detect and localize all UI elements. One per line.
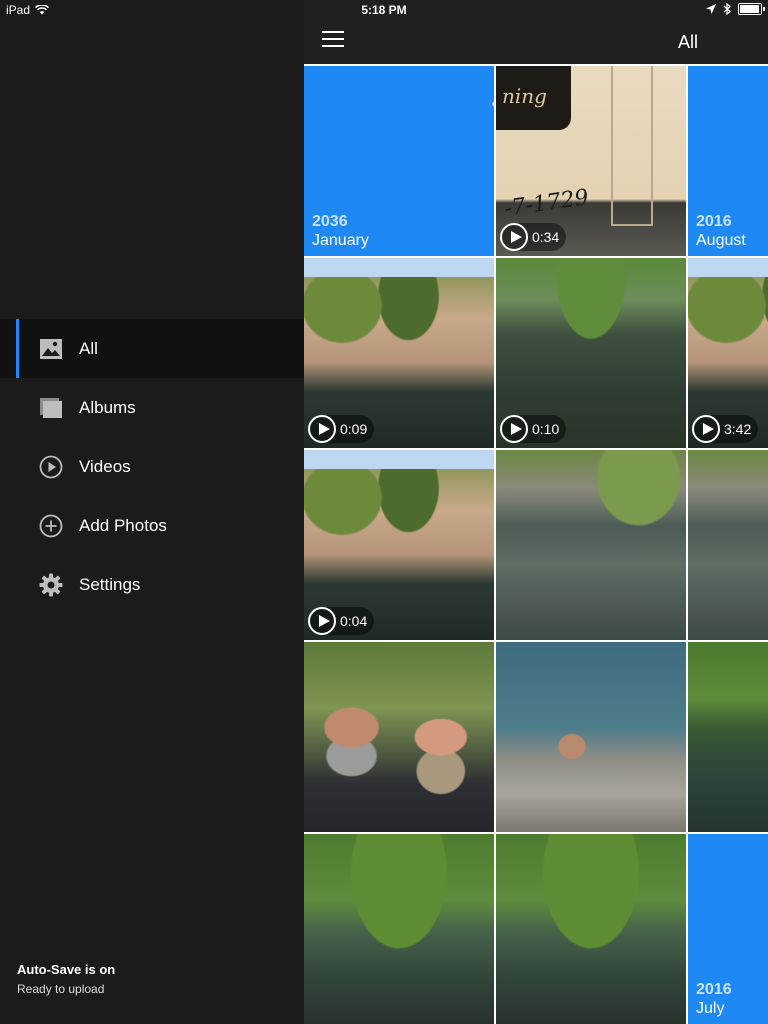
photo-thumbnail[interactable] — [688, 450, 768, 640]
video-duration: 0:09 — [340, 421, 368, 437]
photo-thumbnail[interactable] — [304, 642, 494, 832]
video-duration-badge: 0:09 — [308, 415, 375, 443]
date-month: July — [696, 999, 725, 1017]
video-duration-badge: 0:10 — [500, 415, 567, 443]
video-duration-badge: 3:42 — [692, 415, 759, 443]
play-icon — [500, 223, 528, 251]
date-month: January — [312, 231, 369, 249]
albums-icon — [38, 395, 64, 421]
video-duration: 0:34 — [532, 229, 560, 245]
date-tile[interactable]: 2036 January — [304, 66, 494, 256]
date-year: 2016 — [696, 980, 732, 998]
video-thumbnail[interactable]: 3:42 — [688, 258, 768, 448]
page-title: All — [677, 32, 698, 52]
play-icon — [308, 607, 336, 635]
sidebar-item-label: All — [79, 338, 98, 358]
sidebar-item-all[interactable]: All — [0, 319, 304, 378]
date-tile[interactable]: 2016 August — [688, 66, 768, 256]
video-duration-badge: 0:04 — [308, 607, 375, 635]
photo-thumbnail[interactable] — [304, 834, 494, 1024]
video-thumbnail[interactable]: 0:04 — [304, 450, 494, 640]
sidebar-item-label: Settings — [79, 574, 141, 594]
video-duration: 0:04 — [340, 613, 368, 629]
autosave-status: Auto-Save is on Ready to upload — [17, 962, 115, 996]
sidebar-item-label: Videos — [79, 456, 131, 476]
main-content: All 2036 January ning -7-1729 0:34 2016 … — [304, 0, 768, 1024]
date-month: August — [696, 231, 746, 249]
status-bar: iPad 5:18 PM — [0, 0, 768, 22]
sidebar-item-label: Albums — [79, 397, 136, 417]
play-circle-icon — [38, 454, 64, 480]
bluetooth-icon — [723, 3, 731, 15]
sidebar-item-label: Add Photos — [79, 515, 167, 535]
sidebar-nav: All Albums Videos Add Photos Settings — [0, 319, 304, 614]
gear-icon — [38, 572, 64, 598]
location-icon — [706, 4, 716, 14]
sidebar-item-videos[interactable]: Videos — [0, 437, 304, 496]
autosave-title: Auto-Save is on — [17, 962, 116, 977]
video-thumbnail[interactable]: 0:09 — [304, 258, 494, 448]
video-duration: 3:42 — [724, 421, 752, 437]
date-year: 2016 — [696, 212, 732, 230]
sidebar: All Albums Videos Add Photos Settings Au… — [0, 0, 304, 1024]
autosave-subtitle: Ready to upload — [17, 982, 105, 996]
video-thumbnail[interactable]: ning -7-1729 0:34 — [496, 66, 686, 256]
sidebar-item-settings[interactable]: Settings — [0, 555, 304, 614]
play-icon — [500, 415, 528, 443]
video-duration-badge: 0:34 — [500, 223, 567, 251]
date-year: 2036 — [312, 212, 348, 230]
sidebar-item-albums[interactable]: Albums — [0, 378, 304, 437]
plus-circle-icon — [38, 513, 64, 539]
play-icon — [692, 415, 720, 443]
photo-thumbnail[interactable] — [496, 450, 686, 640]
status-time: 5:18 PM — [361, 3, 407, 17]
date-tile[interactable]: 2016 July — [688, 834, 768, 1024]
photo-thumbnail[interactable] — [496, 834, 686, 1024]
menu-icon[interactable] — [322, 31, 344, 49]
video-duration: 0:10 — [532, 421, 560, 437]
image-icon — [38, 336, 64, 362]
battery-icon — [738, 3, 765, 15]
photo-thumbnail[interactable] — [496, 642, 686, 832]
play-icon — [308, 415, 336, 443]
photo-thumbnail[interactable] — [688, 642, 768, 832]
sidebar-item-add-photos[interactable]: Add Photos — [0, 496, 304, 555]
video-thumbnail[interactable]: 0:10 — [496, 258, 686, 448]
